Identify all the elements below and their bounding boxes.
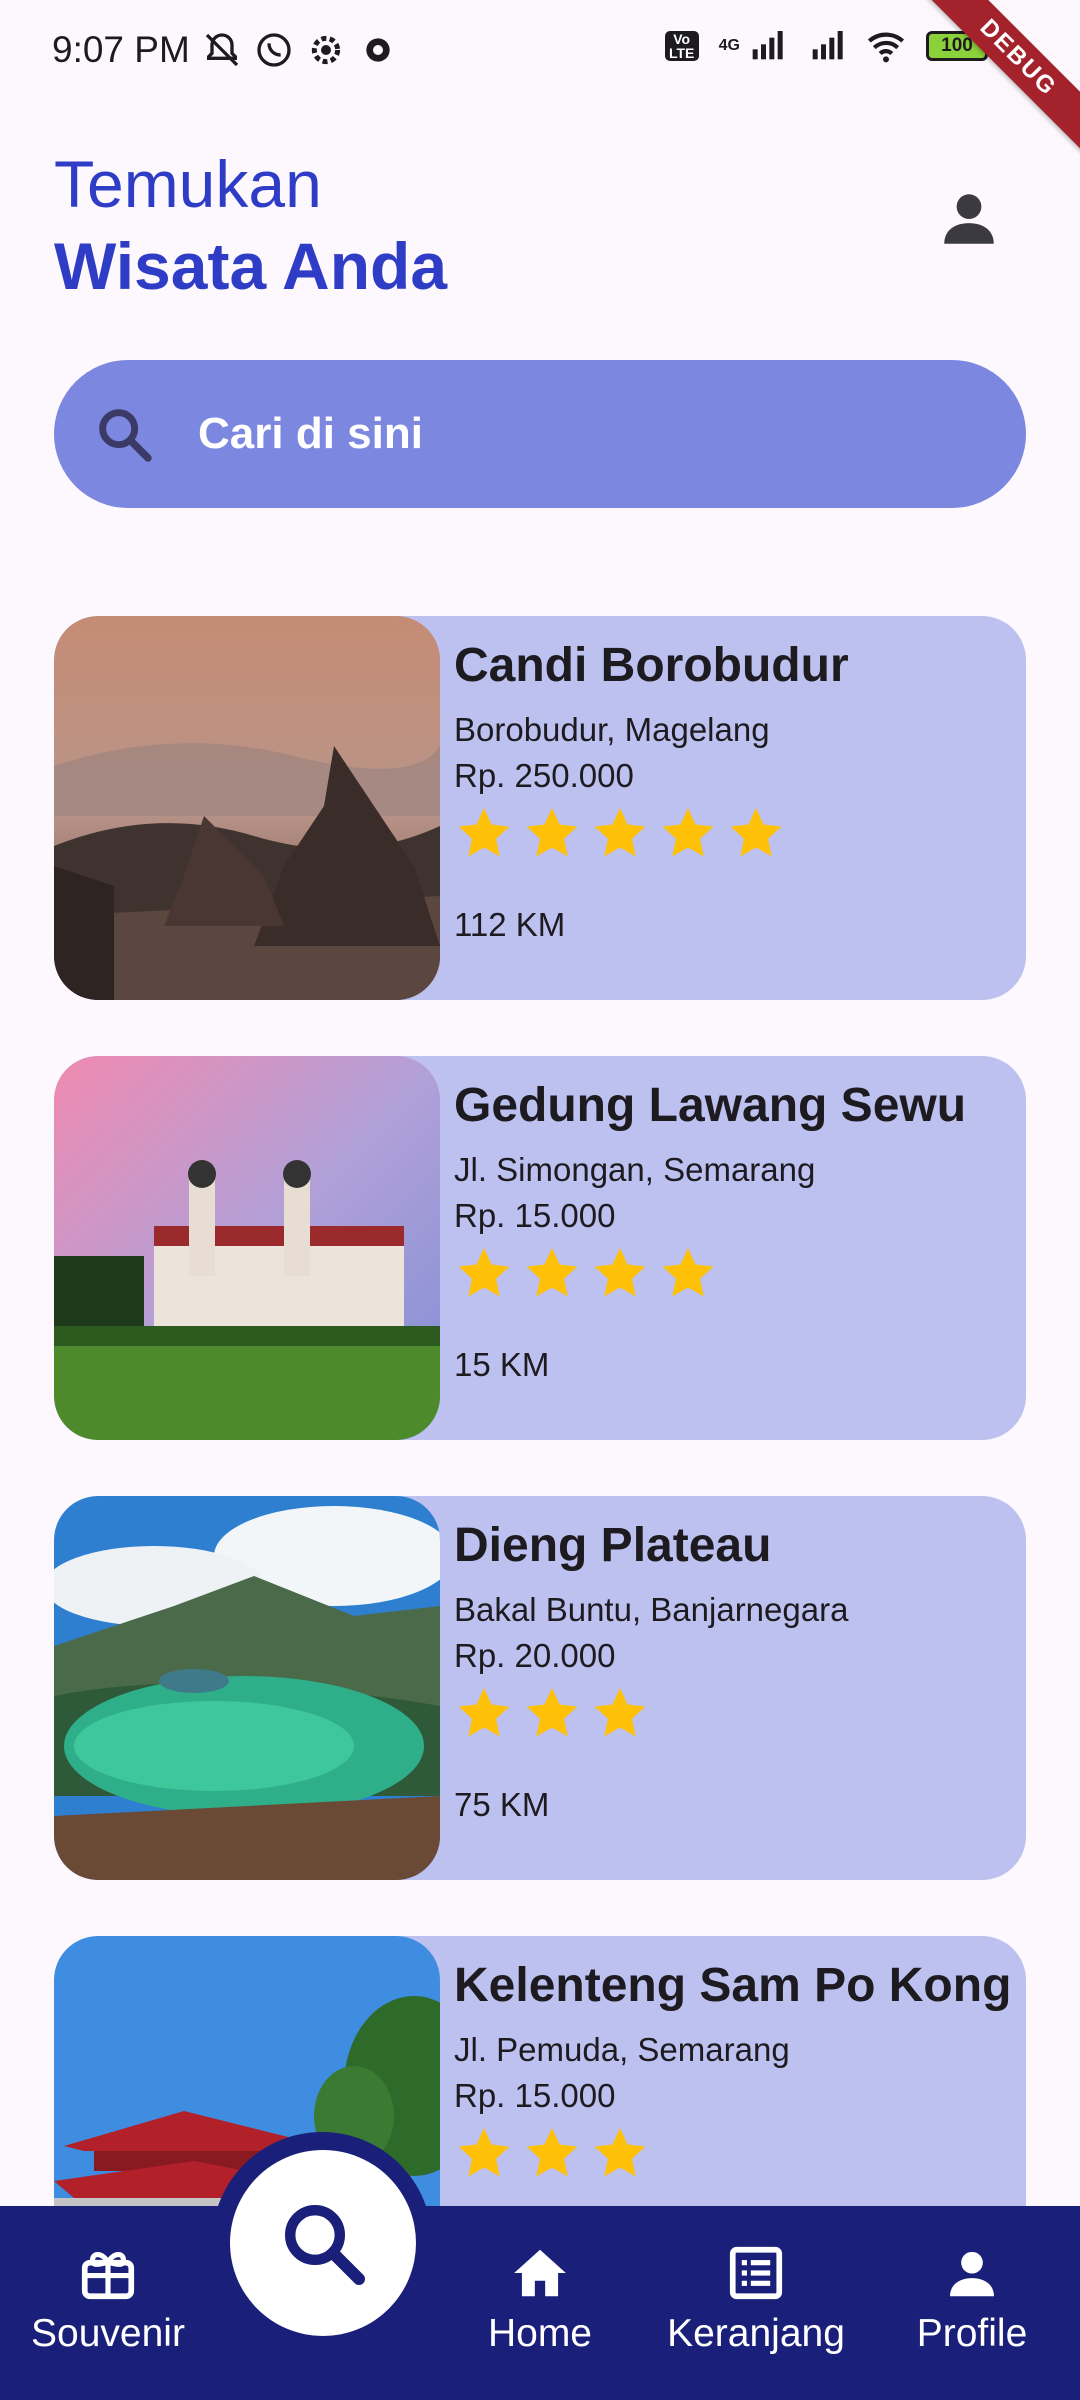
destination-price: Rp. 15.000 xyxy=(454,1197,616,1234)
star-icon xyxy=(594,2128,646,2177)
bottom-nav: Souvenir Home Keranjang Profile xyxy=(0,2206,1080,2400)
list-icon xyxy=(729,2246,783,2300)
nav-item-profile[interactable]: Profile xyxy=(872,2242,1072,2356)
person-icon xyxy=(950,2251,994,2297)
nav-item-souvenir[interactable]: Souvenir xyxy=(8,2242,208,2356)
star-icon xyxy=(526,808,578,857)
star-icon xyxy=(594,1688,646,1737)
star-icon xyxy=(526,2128,578,2177)
rating-stars xyxy=(454,803,1016,863)
nav-item-home[interactable]: Home xyxy=(440,2242,640,2356)
star-icon xyxy=(526,1248,578,1297)
nav-label-keranjang: Keranjang xyxy=(667,2312,845,2355)
star-icon xyxy=(662,808,714,857)
whatsapp-icon xyxy=(257,33,291,67)
nav-label-souvenir: Souvenir xyxy=(31,2312,185,2355)
network-label: 4G xyxy=(718,37,740,54)
nav-label-profile: Profile xyxy=(916,2312,1028,2355)
destination-distance: 75 KM xyxy=(454,1786,550,1823)
search-fab-button[interactable] xyxy=(230,2150,416,2336)
destination-name: Gedung Lawang Sewu xyxy=(454,1079,967,1132)
star-icon xyxy=(526,1688,578,1737)
destination-card[interactable]: Dieng Plateau Bakal Buntu, Banjarnegara … xyxy=(54,1496,1026,1880)
star-icon xyxy=(458,808,510,857)
destination-name: Dieng Plateau xyxy=(454,1519,772,1572)
search-bar[interactable]: Cari di sini xyxy=(54,360,1026,508)
signal-icon xyxy=(752,31,783,60)
destination-location: Bakal Buntu, Banjarnegara xyxy=(454,1591,849,1628)
destination-price: Rp. 15.000 xyxy=(454,2077,616,2114)
destination-card[interactable]: Candi Borobudur Borobudur, Magelang Rp. … xyxy=(54,616,1026,1000)
rating-stars xyxy=(454,1243,1016,1303)
search-icon xyxy=(99,409,152,462)
star-icon xyxy=(662,1248,714,1297)
status-bar: 9:07 PM Vo LTE 4G 100 DEBUG xyxy=(0,0,1080,157)
destination-distance: 15 KM xyxy=(454,1346,550,1383)
destination-image xyxy=(54,616,440,1000)
destination-location: Jl. Pemuda, Semarang xyxy=(454,2031,790,2068)
rating-stars xyxy=(454,2123,1016,2183)
destination-card[interactable]: Gedung Lawang Sewu Jl. Simongan, Semaran… xyxy=(54,1056,1026,1440)
wifi-icon xyxy=(867,32,905,63)
destination-location: Jl. Simongan, Semarang xyxy=(454,1151,816,1188)
star-icon xyxy=(458,2128,510,2177)
destination-location: Borobudur, Magelang xyxy=(454,711,770,748)
star-icon xyxy=(458,1688,510,1737)
signal-icon-2 xyxy=(812,31,843,60)
star-icon xyxy=(458,1248,510,1297)
destination-distance: 112 KM xyxy=(454,906,566,943)
page-title-line1: Temukan xyxy=(54,147,322,221)
search-icon xyxy=(285,2205,365,2285)
account-icon[interactable] xyxy=(936,186,1002,252)
home-icon xyxy=(514,2249,566,2297)
gift-icon xyxy=(81,2252,135,2300)
destination-price: Rp. 20.000 xyxy=(454,1637,616,1674)
bell-off-icon xyxy=(205,33,238,67)
destination-name: Candi Borobudur xyxy=(454,639,849,692)
status-time: 9:07 PM xyxy=(52,29,190,70)
destination-image xyxy=(54,1496,440,1880)
nav-label-home: Home xyxy=(487,2312,593,2355)
star-icon xyxy=(594,1248,646,1297)
debug-banner: DEBUG xyxy=(919,0,1080,157)
volte-icon: Vo LTE xyxy=(664,31,699,61)
destination-image xyxy=(54,1056,440,1440)
star-icon xyxy=(730,808,782,857)
destination-price: Rp. 250.000 xyxy=(454,757,634,794)
page-title-line2: Wisata Anda xyxy=(54,229,448,303)
rating-stars xyxy=(454,1683,1016,1743)
nav-item-keranjang[interactable]: Keranjang xyxy=(656,2242,856,2356)
destination-name: Kelenteng Sam Po Kong xyxy=(454,1959,1012,2012)
gear-icon xyxy=(366,38,390,62)
settings-icon xyxy=(311,35,340,65)
star-icon xyxy=(594,808,646,857)
search-input[interactable]: Cari di sini xyxy=(198,409,423,459)
